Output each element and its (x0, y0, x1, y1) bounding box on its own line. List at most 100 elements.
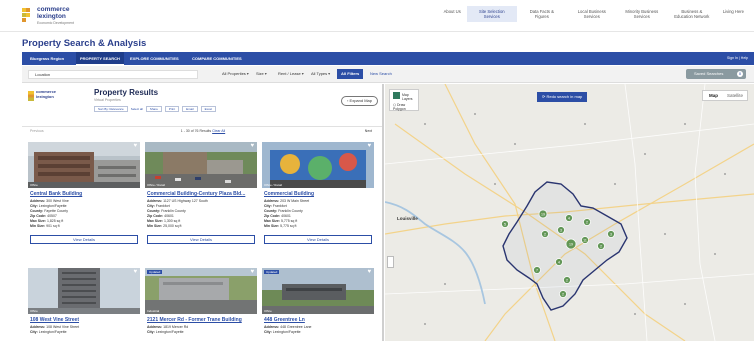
property-address: Address: 1819 Mercer Rd (147, 325, 188, 330)
share-button[interactable]: Share (145, 106, 162, 112)
email-button[interactable]: Email (182, 106, 198, 112)
county-label: County: (264, 209, 278, 213)
zip-value: 40507 (47, 214, 57, 218)
max-size-value: 1,825 sq ft (46, 219, 64, 223)
top-nav-about[interactable]: About Us (438, 9, 467, 14)
print-button[interactable]: Print (164, 106, 180, 112)
draw-polygon-option[interactable]: ⬠ Draw Polygon (393, 103, 418, 111)
property-photo[interactable]: Office ♥ (28, 142, 140, 188)
city-value: Lexington/Fayette (272, 330, 301, 334)
property-type-tag: Office (264, 309, 272, 313)
property-name-link[interactable]: Commercial Building (264, 191, 374, 197)
favorite-heart-icon[interactable]: ♥ (250, 269, 254, 275)
view-details-button[interactable]: View Details (147, 235, 255, 244)
filter-size-dropdown[interactable]: Size (256, 71, 267, 76)
excel-button[interactable]: Excel (200, 106, 216, 112)
favorite-heart-icon[interactable]: ♥ (367, 269, 371, 275)
map-canvas[interactable]: 19 4 2 3 19 2 11 2 7 4 3 2 2 5 (385, 84, 754, 341)
expand-map-button[interactable]: ‹ Expand Map (341, 96, 378, 106)
property-address: Address: 108 West Vine Street (30, 325, 79, 330)
zoom-control[interactable] (387, 256, 394, 268)
view-details-button[interactable]: View Details (264, 235, 372, 244)
nav-bluegrass-region[interactable]: Bluegrass Region (26, 52, 68, 65)
favorite-heart-icon[interactable]: ♥ (250, 143, 254, 149)
clear-all-link[interactable]: Clear All (212, 129, 225, 133)
address-label: Address: (264, 325, 280, 329)
next-page-link[interactable]: Next (365, 129, 372, 133)
nav-compare-communities[interactable]: COMPARE COMMUNITIES (188, 52, 246, 65)
nav-account-links[interactable]: Sign In | Help (727, 52, 748, 65)
filter-properties-dropdown[interactable]: All Properties (222, 71, 249, 76)
city-value: Frankfort (272, 204, 287, 208)
min-size-value: 5,775 sq ft (280, 224, 297, 228)
view-details-button[interactable]: View Details (30, 235, 138, 244)
saved-searches-button[interactable]: Saved Searches 0 (686, 69, 746, 79)
min-size-value: 25,000 sq ft (163, 224, 182, 228)
property-name-link[interactable]: 108 West Vine Street (30, 317, 140, 323)
new-search-link[interactable]: New Search (370, 71, 392, 76)
location-input[interactable]: Location (28, 70, 198, 79)
property-max-size: Max Size: 1,300 sq ft (147, 219, 180, 224)
address-label: Address: (147, 199, 163, 203)
results-toolbar: Sort By: Relevance Select all Share Prin… (94, 106, 216, 112)
property-address: Address: 300 West Vine (30, 199, 69, 204)
filter-rent-lease-dropdown[interactable]: Rent / Lease (278, 71, 304, 76)
updated-badge: Updated (264, 270, 280, 274)
top-nav-minority-business[interactable]: Minority Business Services (617, 9, 667, 19)
property-type-tag: Office (30, 183, 38, 187)
property-photo[interactable]: Office / Retail ♥ (262, 142, 374, 188)
property-photo[interactable]: Office / Retail ♥ (145, 142, 257, 188)
property-name-link[interactable]: 2121 Mercer Rd - Former Trane Building (147, 317, 257, 323)
city-value: Lexington/Fayette (155, 330, 184, 334)
property-name-link[interactable]: 448 Greentree Ln (264, 317, 374, 323)
favorite-heart-icon[interactable]: ♥ (133, 143, 137, 149)
filter-types-dropdown[interactable]: All Types (311, 71, 330, 76)
nav-explore-communities[interactable]: EXPLORE COMMUNITIES (126, 52, 183, 65)
top-nav-local-business[interactable]: Local Business Services (567, 9, 617, 19)
results-subtitle: Virtual Properties (94, 98, 121, 102)
cluster-count: 2 (562, 292, 564, 296)
select-all-link[interactable]: Select all (131, 107, 143, 111)
property-photo[interactable]: Updated Industrial ♥ (145, 268, 257, 314)
cluster-count: 2 (566, 278, 568, 282)
sort-dropdown[interactable]: Sort By: Relevance (94, 106, 128, 112)
top-nav-data[interactable]: Data Facts & Figures (517, 9, 567, 19)
map-type-satellite[interactable]: Satellite (727, 93, 743, 98)
property-photo[interactable]: Updated Office ♥ (262, 268, 374, 314)
favorite-heart-icon[interactable]: ♥ (133, 269, 137, 275)
zip-value: 40601 (164, 214, 174, 218)
property-name-link[interactable]: Central Bank Building (30, 191, 140, 197)
expand-map-label: Expand Map (349, 98, 372, 103)
redo-search-in-map-button[interactable]: ⟳ Redo search in map (537, 92, 588, 102)
property-photo[interactable]: Office ♥ (28, 268, 140, 314)
zip-label: Zip Code: (147, 214, 164, 218)
city-label: City: (147, 330, 155, 334)
nav-property-search[interactable]: PROPERTY SEARCH (76, 52, 124, 65)
map-layers-label: Map Layers (402, 93, 413, 101)
cluster-count: 5 (504, 222, 506, 226)
county-label: County: (30, 209, 44, 213)
map-type-map[interactable]: Map (709, 93, 718, 98)
property-min-size: Min Size: 901 sq ft (30, 224, 60, 229)
cluster-count: 4 (568, 216, 570, 220)
property-name-link[interactable]: Commercial Building-Century Plaza Bld... (147, 191, 257, 197)
property-type-tag: Industrial (147, 309, 160, 313)
address-value: 1127 US Highway 127 South (163, 199, 208, 203)
address-label: Address: (147, 325, 163, 329)
divider (22, 126, 382, 127)
top-nav-education-network[interactable]: Business & Education Network (667, 9, 717, 19)
commerce-lexington-logo[interactable]: commerce lexington Economic Development (22, 6, 92, 28)
all-filters-button[interactable]: All Filters (337, 69, 364, 79)
tool-navbar: Bluegrass Region PROPERTY SEARCH EXPLORE… (22, 52, 754, 65)
property-map[interactable]: 19 4 2 3 19 2 11 2 7 4 3 2 2 5 Map Layer… (385, 84, 754, 341)
city-value: Lexington/Fayette (38, 330, 67, 334)
map-layers-panel[interactable]: Map Layers ⬠ Draw Polygon (389, 89, 419, 111)
max-size-label: Max Size: (147, 219, 163, 223)
favorite-heart-icon[interactable]: ♥ (367, 143, 371, 149)
property-type-tag: Office (30, 309, 38, 313)
property-county: County: Fayette County (30, 209, 68, 214)
zip-label: Zip Code: (264, 214, 281, 218)
top-nav-site-selection[interactable]: Site Selection Services (466, 6, 517, 22)
top-nav-living-here[interactable]: Living Here (717, 9, 750, 14)
city-value: Lexington/Fayette (38, 204, 67, 208)
